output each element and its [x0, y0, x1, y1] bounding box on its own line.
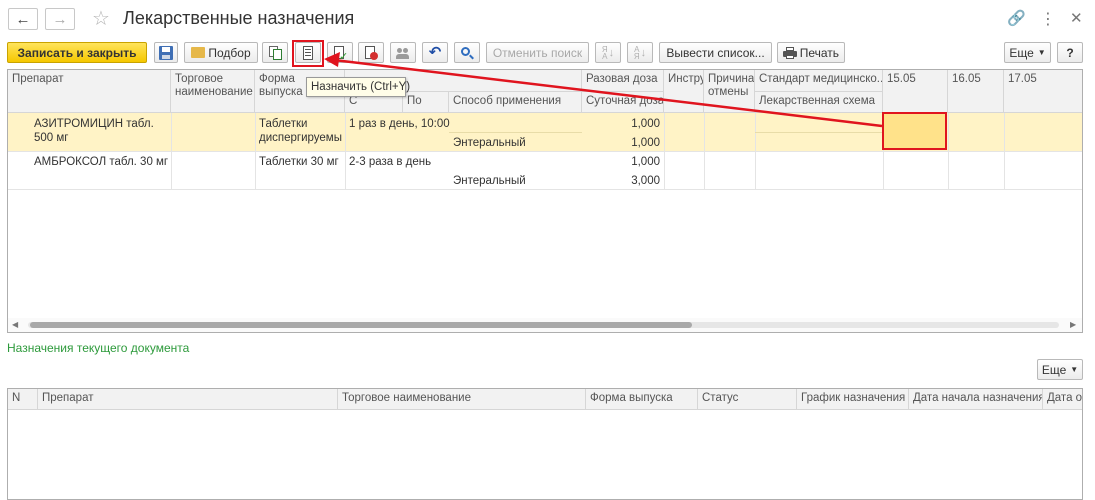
annotation-arrow [324, 52, 883, 128]
